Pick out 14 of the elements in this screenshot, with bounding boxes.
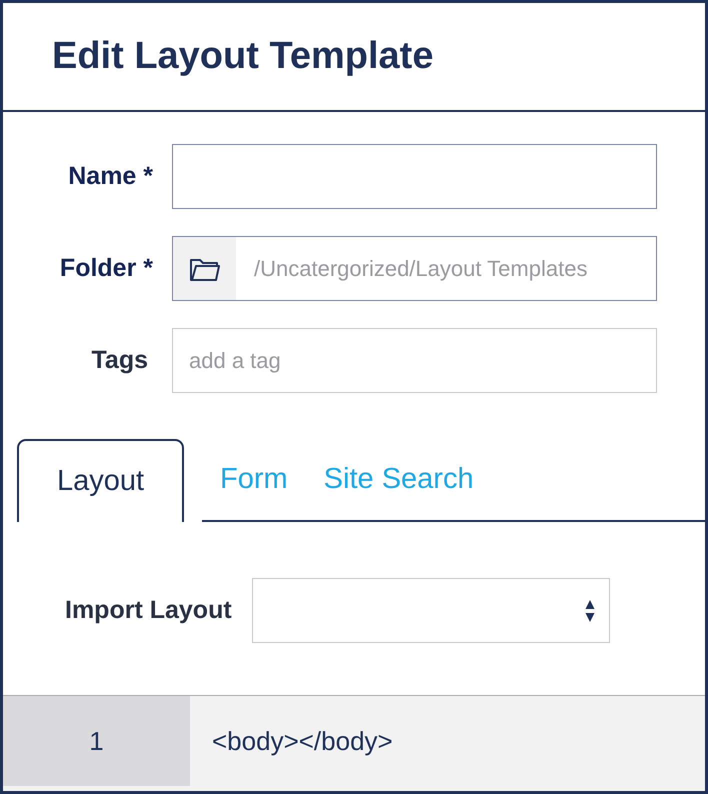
field-label: Name * <box>67 162 153 191</box>
line-number: 1 <box>89 726 104 756</box>
sort-arrows-icon <box>584 598 595 622</box>
window-title: Edit Layout Template <box>52 35 434 78</box>
tab[interactable]: Site Search <box>306 439 492 522</box>
tab[interactable]: Layout <box>17 439 184 522</box>
input-field[interactable] <box>172 144 657 209</box>
code-line: <body></body> <box>212 726 393 756</box>
tab[interactable]: Form <box>202 439 306 522</box>
import-layout-label: Import Layout <box>65 596 232 625</box>
field-label: Folder * <box>58 254 153 283</box>
select-field[interactable] <box>252 578 610 643</box>
tag-field[interactable]: add a tag <box>172 328 657 393</box>
field-label: Tags <box>90 346 149 375</box>
